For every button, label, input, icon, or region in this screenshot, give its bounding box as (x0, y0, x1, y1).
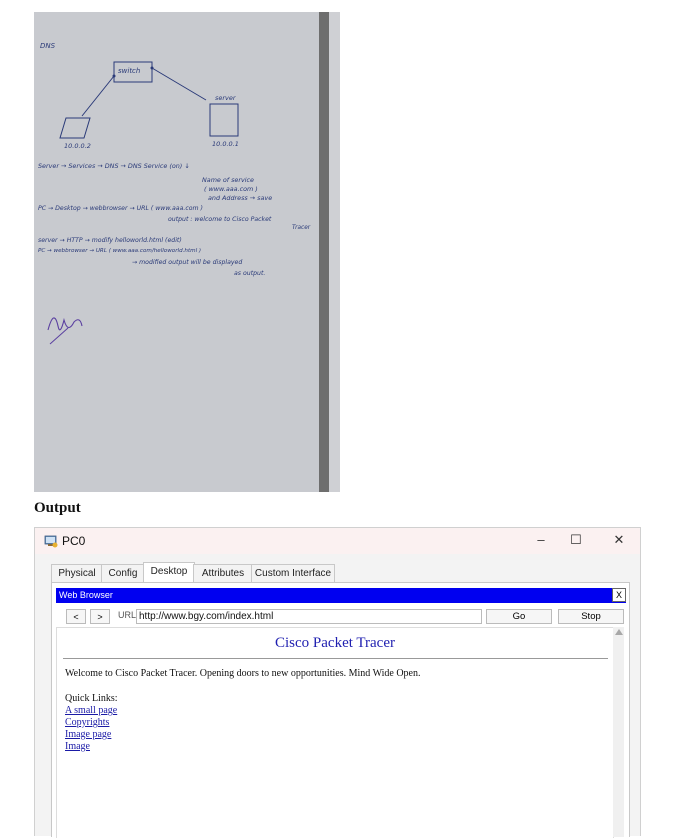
note-line: Server → Services → DNS → DNS Service (o… (38, 162, 190, 170)
back-button[interactable]: < (66, 609, 86, 624)
pc0-window: PC0 – ☐ ✕ Physical Config Desktop Attrib… (34, 527, 641, 838)
output-heading: Output (34, 500, 81, 516)
note-line: Name of service (202, 176, 254, 184)
url-label: URL (118, 610, 137, 620)
pc-ip-label: 10.0.0.2 (64, 142, 91, 150)
title-divider (63, 658, 608, 659)
note-line: server → HTTP → modify helloworld.html (… (38, 237, 182, 244)
note-line: output : welcome to Cisco Packet (168, 216, 272, 223)
server-ip-label: 10.0.0.1 (212, 140, 239, 148)
server-label: server (215, 94, 236, 102)
link-small-page[interactable]: A small page (65, 705, 117, 716)
web-browser-title: Web Browser (59, 590, 113, 600)
scroll-up-arrow-icon[interactable] (615, 629, 623, 635)
quick-links-label: Quick Links: (65, 693, 118, 704)
desktop-panel: Web Browser X < > URL Go Stop Cisco Pack… (51, 582, 630, 838)
note-line: PC → Desktop → webbrowser → URL ( www.aa… (38, 205, 203, 212)
server-box (209, 103, 239, 137)
link-dot (150, 66, 154, 70)
link-switch-pc (81, 75, 115, 117)
signature-scribble (47, 317, 83, 331)
packet-tracer-app-icon (44, 535, 58, 548)
note-line: PC → webbrowser → URL ( www.aaa.com/hell… (38, 248, 202, 254)
tab-custom-interface[interactable]: Custom Interface (251, 564, 335, 582)
web-browser-titlebar: Web Browser X (56, 588, 626, 603)
browser-content: Cisco Packet Tracer Welcome to Cisco Pac… (56, 627, 614, 838)
go-button[interactable]: Go (486, 609, 552, 624)
link-dot (112, 74, 116, 78)
link-switch-server (151, 67, 207, 101)
notebook-photo: DNS switch server 10.0.0.2 10.0.0.1 Serv… (34, 12, 340, 492)
page-title: Cisco Packet Tracer (275, 635, 395, 651)
window-title: PC0 (62, 534, 86, 548)
link-image-page[interactable]: Image page (65, 729, 111, 740)
window-titlebar[interactable]: PC0 – ☐ ✕ (35, 528, 640, 554)
link-image[interactable]: Image (65, 741, 90, 752)
note-line: Tracer (292, 225, 311, 231)
maximize-button[interactable]: ☐ (565, 532, 587, 550)
tab-config[interactable]: Config (101, 564, 145, 582)
forward-button[interactable]: > (90, 609, 110, 624)
pc-shape (59, 117, 91, 139)
signature-line (49, 327, 69, 345)
vertical-scrollbar[interactable] (613, 627, 624, 837)
tab-desktop[interactable]: Desktop (143, 562, 195, 583)
url-input[interactable] (136, 609, 482, 624)
link-copyrights[interactable]: Copyrights (65, 717, 109, 728)
switch-label: switch (118, 67, 141, 75)
minimize-button[interactable]: – (530, 532, 552, 550)
close-button[interactable]: ✕ (608, 532, 630, 550)
stop-button[interactable]: Stop (558, 609, 624, 624)
note-line: → modified output will be displayed (132, 259, 243, 266)
tab-attributes[interactable]: Attributes (193, 564, 253, 582)
note-line: as output. (234, 270, 266, 277)
tab-physical[interactable]: Physical (51, 564, 103, 582)
note-line: and Address → save (208, 194, 273, 202)
welcome-text: Welcome to Cisco Packet Tracer. Opening … (65, 668, 421, 679)
web-browser-close-button[interactable]: X (612, 588, 626, 602)
note-line: ( www.aaa.com ) (204, 185, 258, 193)
notebook-heading: DNS (40, 42, 56, 50)
